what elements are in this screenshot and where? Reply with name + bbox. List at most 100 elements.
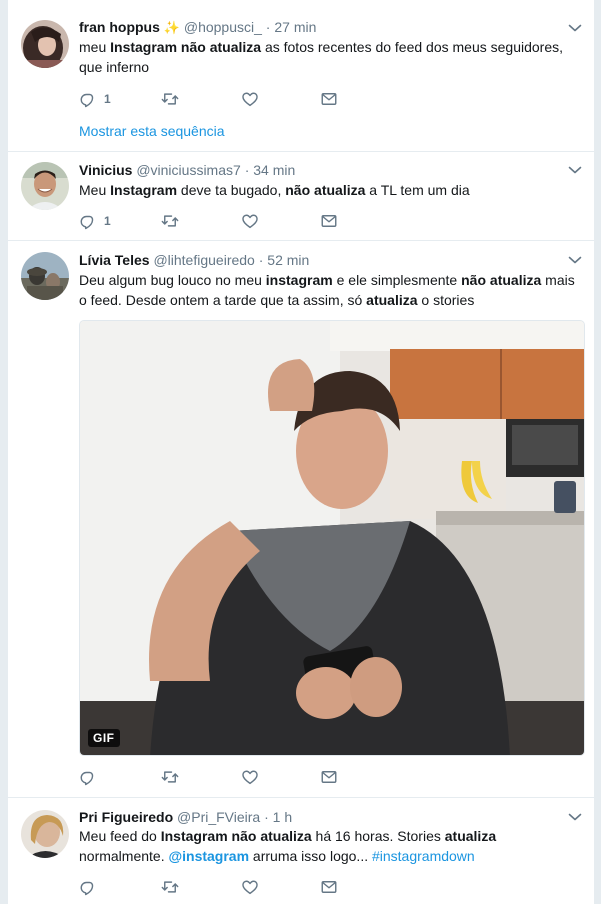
envelope-icon — [320, 212, 338, 230]
envelope-icon — [320, 90, 338, 108]
reply-button[interactable] — [79, 768, 97, 786]
separator: · — [258, 252, 264, 268]
highlighted-term: não atualiza — [285, 182, 366, 198]
user-fullname[interactable]: Vinicius — [79, 162, 132, 178]
tweet-link[interactable]: #instagramdown — [372, 848, 475, 864]
highlighted-term: não atualiza — [461, 272, 542, 288]
tweet-timestamp[interactable]: 1 h — [273, 809, 292, 825]
retweet-button[interactable] — [161, 90, 179, 108]
retweet-icon — [161, 212, 179, 230]
tweet-link[interactable]: @instagram — [168, 848, 249, 864]
gif-media[interactable]: GIF — [79, 320, 585, 756]
user-screen-name[interactable]: @Pri_FVieira — [177, 809, 260, 825]
tweet-timestamp[interactable]: 34 min — [253, 162, 295, 178]
direct-message-button[interactable] — [320, 90, 338, 108]
tweet-text: Meu feed do Instagram não atualiza há 16… — [79, 826, 585, 866]
tweet-header: Pri Figueiredo @Pri_FVieira · 1 h — [79, 808, 292, 826]
tweet-actions — [79, 878, 379, 896]
user-screen-name[interactable]: @viniciussimas7 — [136, 162, 240, 178]
separator: · — [265, 19, 271, 35]
retweet-button[interactable] — [161, 878, 179, 896]
user-screen-name[interactable]: @lihtefigueiredo — [153, 252, 254, 268]
tweet-text-segment: a TL tem um dia — [365, 182, 470, 198]
tweet-text-segment: Meu feed do — [79, 828, 161, 844]
direct-message-button[interactable] — [320, 212, 338, 230]
timeline-feed: fran hoppus ✨ @hoppusci_ · 27 min meu In… — [7, 0, 595, 904]
heart-icon — [241, 768, 259, 786]
tweet[interactable]: Vinicius @viniciussimas7 · 34 min Meu In… — [8, 152, 594, 241]
reply-icon — [79, 90, 97, 108]
reply-button[interactable] — [79, 878, 97, 896]
user-fullname[interactable]: fran hoppus — [79, 19, 160, 35]
avatar[interactable] — [21, 20, 69, 68]
tweet-header: Lívia Teles @lihtefigueiredo · 52 min — [79, 251, 309, 269]
retweet-icon — [161, 90, 179, 108]
tweet-text-segment: e ele simplesmente — [332, 272, 462, 288]
like-button[interactable] — [241, 90, 259, 108]
heart-icon — [241, 878, 259, 896]
tweet-actions — [79, 768, 379, 786]
user-fullname[interactable]: Lívia Teles — [79, 252, 150, 268]
chevron-down-icon[interactable] — [568, 23, 582, 33]
sparkle-emoji: ✨ — [163, 20, 180, 35]
separator: · — [264, 809, 269, 825]
tweet[interactable]: Pri Figueiredo @Pri_FVieira · 1 h Meu fe… — [8, 798, 594, 904]
reply-count: 1 — [104, 214, 111, 228]
tweet-header: Vinicius @viniciussimas7 · 34 min — [79, 161, 295, 179]
tweet-text-segment: Deu algum bug louco no meu — [79, 272, 266, 288]
tweet-header: fran hoppus ✨ @hoppusci_ · 27 min — [79, 18, 316, 36]
like-button[interactable] — [241, 212, 259, 230]
tweet[interactable]: fran hoppus ✨ @hoppusci_ · 27 min meu In… — [8, 0, 594, 152]
highlighted-term: instagram — [265, 272, 333, 288]
tweet-actions: 1 — [79, 212, 379, 230]
reply-count: 1 — [104, 92, 111, 106]
retweet-button[interactable] — [161, 768, 179, 786]
gif-image — [80, 321, 584, 755]
like-button[interactable] — [241, 768, 259, 786]
avatar[interactable] — [21, 162, 69, 210]
separator: · — [244, 162, 250, 178]
user-fullname[interactable]: Pri Figueiredo — [79, 809, 173, 825]
like-button[interactable] — [241, 878, 259, 896]
tweet-text: Meu Instagram deve ta bugado, não atuali… — [79, 180, 585, 200]
heart-icon — [241, 212, 259, 230]
reply-button[interactable]: 1 — [79, 90, 111, 108]
direct-message-button[interactable] — [320, 878, 338, 896]
tweet-text-segment: deve ta bugado, — [177, 182, 286, 198]
tweet-text-segment: há 16 horas. Stories — [311, 828, 445, 844]
reply-button[interactable]: 1 — [79, 212, 111, 230]
highlighted-term: Instagram — [110, 182, 178, 198]
user-screen-name[interactable]: @hoppusci_ — [184, 19, 262, 35]
tweet-text-segment: normalmente. — [79, 848, 169, 864]
gif-badge: GIF — [88, 729, 120, 747]
retweet-button[interactable] — [161, 212, 179, 230]
direct-message-button[interactable] — [320, 768, 338, 786]
heart-icon — [241, 90, 259, 108]
show-thread-link[interactable]: Mostrar esta sequência — [79, 123, 225, 139]
tweet[interactable]: Lívia Teles @lihtefigueiredo · 52 min De… — [8, 241, 594, 798]
tweet-text: Deu algum bug louco no meu instagram e e… — [79, 270, 585, 310]
chevron-down-icon[interactable] — [568, 165, 582, 175]
avatar[interactable] — [21, 252, 69, 300]
chevron-down-icon[interactable] — [568, 812, 582, 822]
reply-icon — [79, 878, 97, 896]
retweet-icon — [161, 768, 179, 786]
envelope-icon — [320, 878, 338, 896]
avatar[interactable] — [21, 810, 69, 858]
envelope-icon — [320, 768, 338, 786]
highlighted-term: atualiza — [444, 828, 497, 844]
tweet-actions: 1 — [79, 90, 379, 108]
tweet-timestamp[interactable]: 52 min — [267, 252, 309, 268]
tweet-text-segment: Meu — [79, 182, 111, 198]
highlighted-term: atualiza — [366, 292, 418, 308]
highlighted-term: Instagram não atualiza — [110, 39, 262, 55]
retweet-icon — [161, 878, 179, 896]
highlighted-term: Instagram não atualiza — [160, 828, 312, 844]
tweet-text-segment: arruma isso logo... — [249, 848, 372, 864]
tweet-text-segment: o stories — [417, 292, 475, 308]
chevron-down-icon[interactable] — [568, 255, 582, 265]
tweet-timestamp[interactable]: 27 min — [274, 19, 316, 35]
tweet-text: meu Instagram não atualiza as fotos rece… — [79, 37, 585, 77]
reply-icon — [79, 212, 97, 230]
tweet-text-segment: meu — [79, 39, 111, 55]
